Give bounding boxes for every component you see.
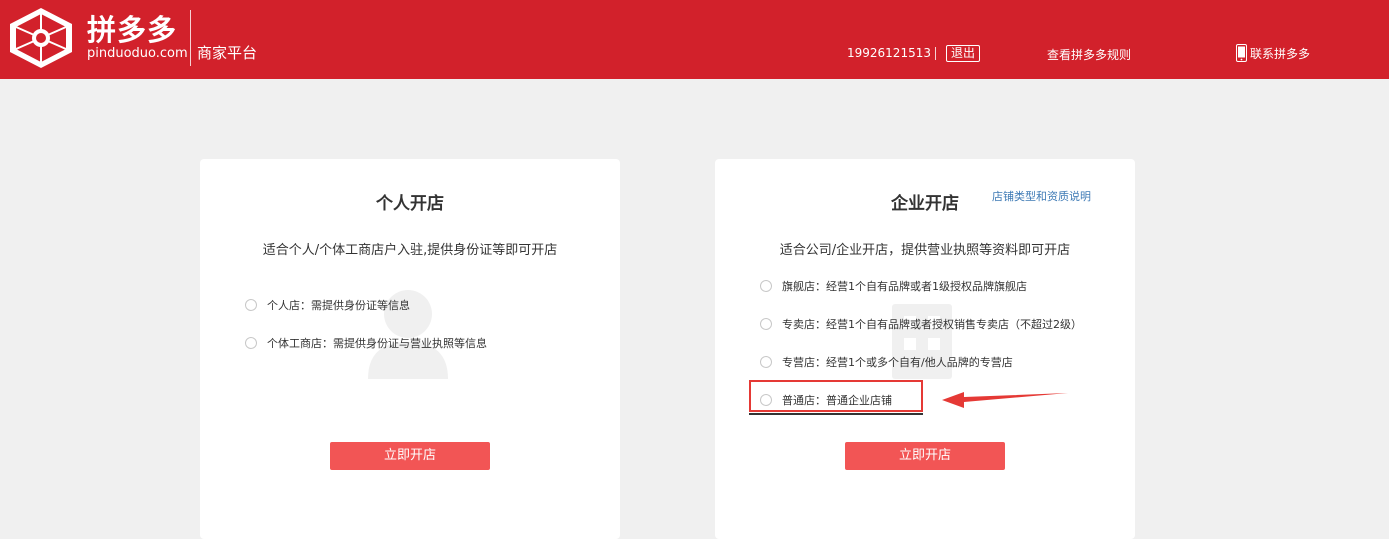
option-label: 专卖店：经营1个自有品牌或者授权销售专卖店（不超过2级） [782,318,1082,331]
rules-link[interactable]: 查看拼多多规则 [1047,46,1131,63]
logo-divider [190,10,191,66]
contact-label: 联系拼多多 [1250,46,1311,61]
option-label: 旗舰店：经营1个自有品牌或者1级授权品牌旗舰店 [782,280,1027,293]
personal-store-card: 个人开店 适合个人/个体工商店户入驻,提供身份证等即可开店 个人店：需提供身份证… [200,159,620,539]
radio-button[interactable] [760,356,772,368]
account-phone: 19926121513 [847,46,931,60]
logo-domain: pinduoduo.com [87,46,188,61]
option-exclusive-store[interactable]: 专卖店：经营1个自有品牌或者授权销售专卖店（不超过2级） [760,316,1082,332]
mobile-phone-icon [1236,44,1247,62]
radio-button[interactable] [245,337,257,349]
option-label: 个人店：需提供身份证等信息 [267,299,410,312]
radio-button[interactable] [245,299,257,311]
option-individual-store[interactable]: 个人店：需提供身份证等信息 [245,297,410,313]
option-label: 个体工商店：需提供身份证与营业执照等信息 [267,337,487,350]
personal-card-description: 适合个人/个体工商店户入驻,提供身份证等即可开店 [262,243,558,258]
option-flagship-store[interactable]: 旗舰店：经营1个自有品牌或者1级授权品牌旗舰店 [760,278,1027,294]
header-separator [935,47,936,60]
top-header: 拼多多 pinduoduo.com 商家平台 19926121513 退出 查看… [0,0,1389,79]
store-type-help-link[interactable]: 店铺类型和资质说明 [992,188,1091,204]
personal-open-store-button[interactable]: 立即开店 [330,442,490,470]
enterprise-card-description: 适合公司/企业开店，提供营业执照等资料即可开店 [779,243,1071,258]
personal-card-title: 个人开店 [376,194,444,214]
annotation-arrow-icon [942,392,1068,408]
highlight-box [749,380,923,412]
option-specialty-store[interactable]: 专营店：经营1个或多个自有/他人品牌的专营店 [760,354,1013,370]
enterprise-store-card: 企业开店 店铺类型和资质说明 适合公司/企业开店，提供营业执照等资料即可开店 旗… [715,159,1135,539]
option-individual-business[interactable]: 个体工商店：需提供身份证与营业执照等信息 [245,335,487,351]
logout-button[interactable]: 退出 [946,45,981,62]
enterprise-open-store-button[interactable]: 立即开店 [845,442,1005,470]
contact-link[interactable]: 联系拼多多 [1236,44,1310,62]
logo-text: 拼多多 [87,13,178,47]
highlight-underline [749,413,923,415]
radio-button[interactable] [760,318,772,330]
radio-button[interactable] [760,280,772,292]
platform-title: 商家平台 [197,44,258,62]
option-label: 专营店：经营1个或多个自有/他人品牌的专营店 [782,356,1013,369]
pinduoduo-logo-icon[interactable] [6,6,76,70]
